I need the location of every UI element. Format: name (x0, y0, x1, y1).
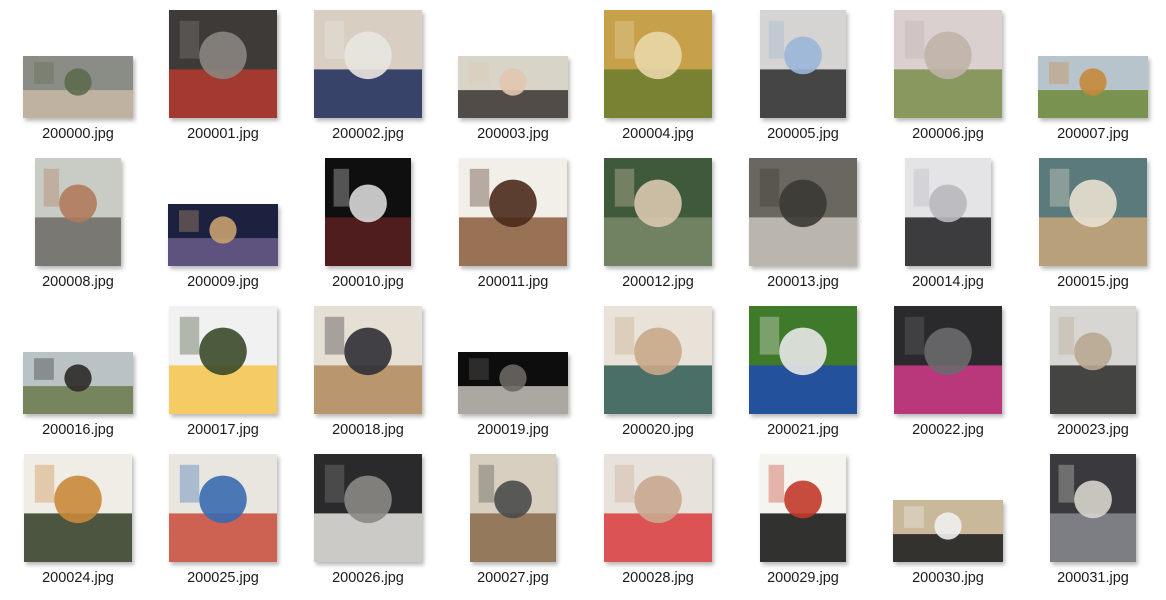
bench-press-photo-thumbnail[interactable] (314, 454, 422, 562)
file-item[interactable]: 200019.jpg (458, 304, 598, 452)
black-bags-photo-thumbnail[interactable] (893, 500, 1003, 562)
hand-bottle-photo-thumbnail[interactable] (604, 158, 712, 266)
file-item[interactable]: 200016.jpg (23, 304, 163, 452)
file-item[interactable]: 200010.jpg (313, 156, 453, 304)
file-name-label: 200005.jpg (767, 126, 839, 142)
file-name-label: 200010.jpg (332, 274, 404, 290)
file-item[interactable]: 200023.jpg (1038, 304, 1166, 452)
file-item[interactable]: 200013.jpg (748, 156, 888, 304)
file-item[interactable]: 200002.jpg (313, 8, 453, 156)
forest-runner-photo-thumbnail[interactable] (604, 10, 712, 118)
file-name-label: 200012.jpg (622, 274, 694, 290)
file-item[interactable]: 200001.jpg (168, 8, 308, 156)
egg-bowl-photo-thumbnail[interactable] (169, 306, 277, 414)
file-name-label: 200007.jpg (1057, 126, 1129, 142)
file-item[interactable]: 200003.jpg (458, 8, 598, 156)
file-item[interactable]: 200021.jpg (748, 304, 888, 452)
phone-screenshot-thumbnail[interactable] (325, 158, 411, 266)
file-name-label: 200025.jpg (187, 570, 259, 586)
file-name-label: 200031.jpg (1057, 570, 1129, 586)
file-name-label: 200015.jpg (1057, 274, 1129, 290)
file-name-label: 200000.jpg (42, 126, 114, 142)
file-name-label: 200016.jpg (42, 422, 114, 438)
file-item[interactable]: 200017.jpg (168, 304, 308, 452)
cherry-blossom-path-photo-thumbnail[interactable] (894, 10, 1002, 118)
file-name-label: 200003.jpg (477, 126, 549, 142)
file-name-label: 200017.jpg (187, 422, 259, 438)
file-name-label: 200027.jpg (477, 570, 549, 586)
meal-tray-photo-thumbnail[interactable] (24, 454, 132, 562)
file-name-label: 200028.jpg (622, 570, 694, 586)
file-item[interactable]: 200009.jpg (168, 156, 308, 304)
file-name-label: 200021.jpg (767, 422, 839, 438)
file-name-label: 200011.jpg (477, 274, 549, 290)
file-name-label: 200013.jpg (767, 274, 839, 290)
climbing-wall-photo-thumbnail[interactable] (169, 454, 277, 562)
file-item[interactable]: 200029.jpg (748, 452, 888, 600)
gym-rack-photo-thumbnail[interactable] (169, 10, 277, 118)
file-item[interactable]: 200018.jpg (313, 304, 453, 452)
file-name-label: 200030.jpg (912, 570, 984, 586)
file-name-label: 200018.jpg (332, 422, 404, 438)
file-name-label: 200022.jpg (912, 422, 984, 438)
garage-gym-photo-thumbnail[interactable] (470, 454, 556, 562)
cyclist-selfie-photo-thumbnail[interactable] (458, 56, 568, 118)
laptop-screen-photo-thumbnail[interactable] (1050, 454, 1136, 562)
trail-runner-photo-thumbnail[interactable] (23, 56, 133, 118)
file-name-label: 200004.jpg (622, 126, 694, 142)
file-item[interactable]: 200028.jpg (603, 452, 743, 600)
cafe-interior-photo-thumbnail[interactable] (1039, 158, 1147, 266)
shower-mirror-photo-thumbnail[interactable] (35, 158, 121, 266)
file-name-label: 200009.jpg (187, 274, 259, 290)
file-item[interactable]: 200031.jpg (1038, 452, 1166, 600)
file-name-label: 200014.jpg (912, 274, 984, 290)
file-name-label: 200020.jpg (622, 422, 694, 438)
file-item[interactable]: 200020.jpg (603, 304, 743, 452)
locker-mirror-photo-thumbnail[interactable] (760, 10, 846, 118)
file-item[interactable]: 200004.jpg (603, 8, 743, 156)
file-item[interactable]: 200025.jpg (168, 452, 308, 600)
file-item[interactable]: 200014.jpg (893, 156, 1033, 304)
file-item[interactable]: 200000.jpg (23, 8, 163, 156)
couple-studio-photo-thumbnail[interactable] (905, 158, 991, 266)
autumn-park-photo-thumbnail[interactable] (1038, 56, 1148, 118)
file-name-label: 200006.jpg (912, 126, 984, 142)
file-name-label: 200029.jpg (767, 570, 839, 586)
file-item[interactable]: 200015.jpg (1038, 156, 1166, 304)
soccer-player-photo-thumbnail[interactable] (749, 306, 857, 414)
file-name-label: 200008.jpg (42, 274, 114, 290)
lobby-mirror-photo-thumbnail[interactable] (1050, 306, 1136, 414)
file-item[interactable]: 200024.jpg (23, 452, 163, 600)
calligraphy-photo-thumbnail[interactable] (760, 454, 846, 562)
study-room-photo-thumbnail[interactable] (314, 306, 422, 414)
deadlift-video-thumbnail[interactable] (458, 352, 568, 414)
file-item[interactable]: 200030.jpg (893, 452, 1033, 600)
file-item[interactable]: 200022.jpg (893, 304, 1033, 452)
cap-selfie-photo-thumbnail[interactable] (314, 10, 422, 118)
car-dashboard-photo-thumbnail[interactable] (894, 306, 1002, 414)
file-item[interactable]: 200012.jpg (603, 156, 743, 304)
file-name-label: 200024.jpg (42, 570, 114, 586)
file-thumbnail-grid: 200000.jpg 200001.jpg 200002.jpg 200003.jpg… (0, 0, 1166, 586)
living-room-photo-thumbnail[interactable] (604, 306, 712, 414)
file-name-label: 200023.jpg (1057, 422, 1129, 438)
lake-hiker-photo-thumbnail[interactable] (23, 352, 133, 414)
file-item[interactable]: 200008.jpg (23, 156, 163, 304)
file-name-label: 200026.jpg (332, 570, 404, 586)
night-crowd-photo-thumbnail[interactable] (168, 204, 278, 266)
file-name-label: 200001.jpg (187, 126, 259, 142)
file-name-label: 200019.jpg (477, 422, 549, 438)
file-item[interactable]: 200005.jpg (748, 8, 888, 156)
file-item[interactable]: 200007.jpg (1038, 8, 1166, 156)
file-item[interactable]: 200011.jpg (458, 156, 598, 304)
file-item[interactable]: 200027.jpg (458, 452, 598, 600)
baby-highchair-photo-thumbnail[interactable] (604, 454, 712, 562)
chocolate-plate-photo-thumbnail[interactable] (459, 158, 567, 266)
file-item[interactable]: 200006.jpg (893, 8, 1033, 156)
file-name-label: 200002.jpg (332, 126, 404, 142)
gym-pushups-photo-thumbnail[interactable] (749, 158, 857, 266)
file-item[interactable]: 200026.jpg (313, 452, 453, 600)
